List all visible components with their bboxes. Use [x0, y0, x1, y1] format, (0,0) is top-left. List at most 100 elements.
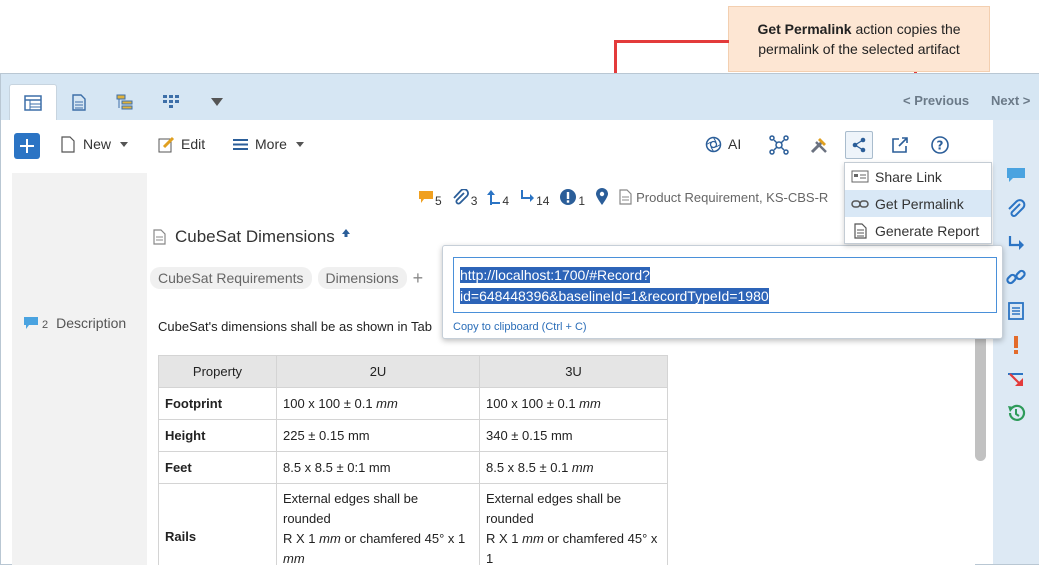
- ai-label: AI: [728, 136, 742, 152]
- permalink-popup: http://localhost:1700/#Record? id=648448…: [442, 245, 1003, 339]
- downstream-count[interactable]: 14: [519, 189, 549, 208]
- edit-label: Edit: [181, 136, 206, 152]
- tag-chip[interactable]: CubeSat Requirements: [150, 267, 312, 289]
- row-header: Feet: [158, 451, 277, 484]
- ai-aperture-icon: [705, 136, 722, 152]
- artifact-title: CubeSat Dimensions: [153, 227, 351, 247]
- screenshot-root: Get Permalink action copies the permalin…: [0, 0, 1039, 565]
- caret-down-icon: [120, 141, 129, 147]
- tree-view-icon: [116, 94, 133, 109]
- previous-link[interactable]: < Previous: [903, 93, 969, 108]
- document-icon: [619, 189, 632, 205]
- edit-button[interactable]: Edit: [158, 132, 205, 156]
- permalink-field[interactable]: http://localhost:1700/#Record? id=648448…: [453, 257, 997, 313]
- comment-icon: [1007, 168, 1025, 182]
- impact-arrow-icon: [1008, 373, 1023, 386]
- details-rail-button[interactable]: [1005, 300, 1027, 322]
- table-cell: 100 x 100 ± 0.1 mm: [276, 387, 480, 420]
- map-pin-icon: [596, 188, 609, 205]
- network-button[interactable]: [765, 131, 793, 159]
- permalink-selected-text[interactable]: http://localhost:1700/#Record? id=648448…: [460, 265, 769, 307]
- callout-text-1: action copies the: [851, 21, 961, 37]
- tools-button[interactable]: [805, 131, 833, 159]
- callout-bold: Get Permalink: [757, 21, 852, 37]
- share-link-icon: [851, 170, 869, 184]
- history-rail-button[interactable]: [1005, 402, 1027, 424]
- description-field-label: 2 Description: [23, 315, 126, 331]
- impact-rail-button[interactable]: [1005, 368, 1027, 390]
- column-header: 3U: [479, 355, 668, 388]
- menu-item-share-link[interactable]: Share Link: [845, 163, 991, 190]
- suspect-count[interactable]: 1: [559, 188, 585, 208]
- table-row: Height 225 ± 0.15 mm 340 ± 0.15 mm: [158, 419, 668, 452]
- tab-list-view[interactable]: [9, 84, 57, 120]
- exclamation-circle-icon: [560, 189, 577, 205]
- network-icon: [769, 135, 789, 155]
- artifact-type: Product Requirement, KS-CBS-R: [619, 189, 828, 205]
- tab-more-views[interactable]: [193, 84, 241, 120]
- caret-down-icon: [295, 141, 304, 147]
- toolbar: New Edit More AI ?: [1, 120, 993, 168]
- priority-up-icon: [341, 229, 350, 237]
- paperclip-icon: [453, 189, 469, 205]
- row-header: Footprint: [158, 387, 277, 420]
- new-button[interactable]: New: [61, 132, 129, 156]
- table-row: Rails External edges shall be rounded R …: [158, 483, 668, 565]
- links-rail-button[interactable]: [1005, 266, 1027, 288]
- open-external-button[interactable]: [886, 131, 914, 159]
- attachments-count[interactable]: 3: [452, 189, 477, 208]
- add-tag-button[interactable]: +: [413, 268, 424, 289]
- add-button[interactable]: [14, 133, 40, 159]
- artifact-meta-row: 5 3 4 14 1 Product Requirement, KS-CBS-R: [418, 184, 838, 210]
- column-header: 2U: [276, 355, 480, 388]
- help-button[interactable]: ?: [926, 131, 954, 159]
- annotation-callout: Get Permalink action copies the permalin…: [728, 6, 990, 72]
- table-cell: 340 ± 0.15 mm: [479, 419, 668, 452]
- edit-icon: [158, 136, 175, 152]
- table-cell: External edges shall be rounded R X 1 mm…: [479, 483, 668, 565]
- list-view-icon: [24, 94, 42, 111]
- document-icon: [153, 229, 166, 245]
- column-header: Property: [158, 355, 277, 388]
- upstream-count[interactable]: 4: [487, 189, 509, 208]
- menu-item-get-permalink[interactable]: Get Permalink: [845, 190, 991, 217]
- tab-tree-view[interactable]: [101, 84, 149, 120]
- suspect-rail-button[interactable]: [1005, 334, 1027, 356]
- more-button[interactable]: More: [233, 132, 304, 156]
- share-icon: [852, 137, 866, 153]
- next-link[interactable]: Next >: [991, 93, 1030, 108]
- upstream-arrow-icon: [487, 190, 501, 205]
- tag-list: CubeSat Requirements Dimensions +: [150, 267, 423, 289]
- location-pin[interactable]: [595, 188, 609, 206]
- history-icon: [1008, 404, 1026, 421]
- attachments-rail-button[interactable]: [1005, 198, 1027, 220]
- description-text: CubeSat's dimensions shall be as shown i…: [158, 319, 432, 334]
- table-row: Footprint 100 x 100 ± 0.1 mm 100 x 100 ±…: [158, 387, 668, 420]
- dimensions-table: Property 2U 3U Footprint 100 x 100 ± 0.1…: [158, 355, 668, 565]
- tab-document-view[interactable]: [55, 84, 103, 120]
- tab-grid-view[interactable]: [147, 84, 195, 120]
- downstream-arrow-icon: [521, 190, 535, 202]
- copy-to-clipboard-hint[interactable]: Copy to clipboard (Ctrl + C): [453, 321, 587, 333]
- ai-button[interactable]: AI: [705, 132, 741, 156]
- document-view-icon: [72, 93, 86, 111]
- table-cell: 100 x 100 ± 0.1 mm: [479, 387, 668, 420]
- new-document-icon: [61, 135, 75, 153]
- share-button[interactable]: [845, 131, 873, 159]
- downstream-rail-button[interactable]: [1005, 232, 1027, 254]
- description-comment-count: 2: [42, 319, 49, 331]
- artifact-title-text[interactable]: CubeSat Dimensions: [175, 227, 335, 247]
- external-link-icon: [892, 137, 908, 153]
- chain-link-icon: [851, 197, 869, 211]
- description-label: Description: [56, 315, 127, 331]
- report-icon: [851, 222, 869, 239]
- comment-icon: [419, 191, 433, 203]
- comments-count[interactable]: 5: [418, 190, 442, 208]
- table-cell: External edges shall be rounded R X 1 mm…: [276, 483, 480, 565]
- table-cell: 8.5 x 8.5 ± 0.1 mm: [479, 451, 668, 484]
- comments-rail-button[interactable]: [1005, 164, 1027, 186]
- chevron-down-icon: [211, 98, 223, 106]
- table-cell: 8.5 x 8.5 ± 0:1 mm: [276, 451, 480, 484]
- menu-item-generate-report[interactable]: Generate Report: [845, 217, 991, 244]
- tag-chip[interactable]: Dimensions: [317, 267, 407, 289]
